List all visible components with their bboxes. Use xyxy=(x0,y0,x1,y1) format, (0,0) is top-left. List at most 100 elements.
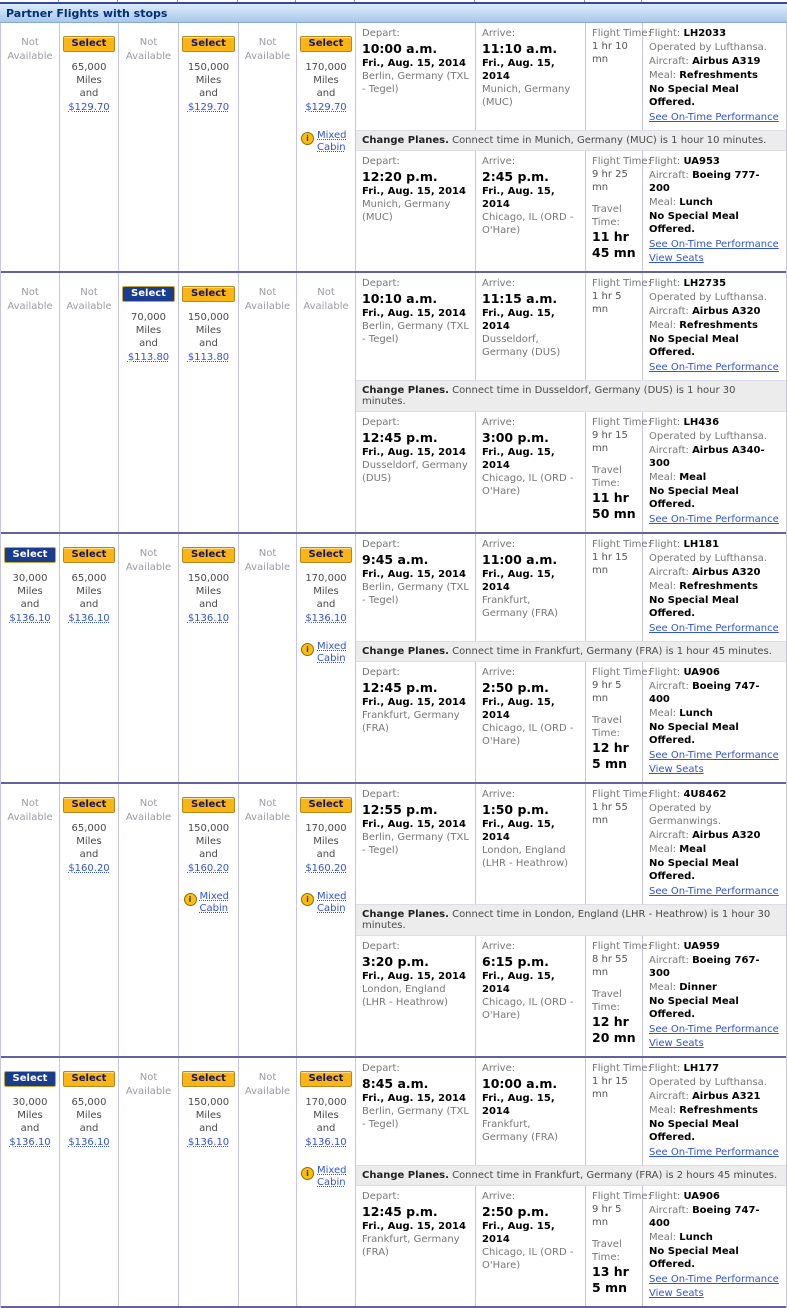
change-planes-bar: Change Planes. Connect time in London, E… xyxy=(356,904,786,936)
miles-amount: 170,000 Miles xyxy=(305,823,347,848)
arrive-time: 2:45 p.m. xyxy=(482,169,549,184)
travel-time-value: 11 hr 50 mn xyxy=(592,490,636,522)
award-option-cell: Not Available xyxy=(119,534,179,782)
info-icon: i xyxy=(301,131,314,145)
travel-time-label: Travel Time: xyxy=(592,989,622,1013)
arrive-city: Frankfurt, Germany (FRA) xyxy=(482,1119,559,1144)
miles-amount: 170,000 Miles xyxy=(305,1097,347,1122)
view-seats-link[interactable]: View Seats xyxy=(649,763,704,776)
itinerary-row: Not Available Select 65,000 Miles and $129.7… xyxy=(1,23,786,273)
depart-cell: Depart: 12:45 p.m. Fri., Aug. 15, 2014 Fran… xyxy=(356,1186,476,1306)
copay-price-link[interactable]: $136.10 xyxy=(305,1137,346,1148)
depart-cell: Depart: 12:20 p.m. Fri., Aug. 15, 2014 Muni… xyxy=(356,151,476,271)
copay-price-link[interactable]: $160.20 xyxy=(188,863,229,874)
mixed-cabin-link[interactable]: Mixed Cabin xyxy=(317,1165,351,1190)
miles-amount: 65,000 Miles xyxy=(71,62,107,87)
view-seats-link[interactable]: View Seats xyxy=(649,1037,704,1050)
view-seats-link[interactable]: View Seats xyxy=(649,1287,704,1300)
depart-city: Frankfurt, Germany (FRA) xyxy=(362,710,460,735)
travel-time-value: 11 hr 45 mn xyxy=(592,229,636,261)
operated-by: Operated by Lufthansa. xyxy=(649,431,767,442)
award-option-cell: Select 30,000 Miles and $136.10 xyxy=(1,534,60,782)
arrive-city: Chicago, IL (ORD - O'Hare) xyxy=(482,997,574,1022)
select-button[interactable]: Select xyxy=(182,1071,235,1087)
flight-time-label: Flight Time: xyxy=(592,156,651,167)
arrive-label: Arrive: xyxy=(482,28,516,39)
award-option-cell: Select 65,000 Miles and $136.10 xyxy=(60,1058,119,1306)
and-label: and xyxy=(139,338,158,350)
mixed-cabin-link[interactable]: Mixed Cabin xyxy=(317,130,351,155)
flight-details-cell: Flight: LH177 Operated by Lufthansa. Aircr… xyxy=(643,1058,786,1165)
on-time-performance-link[interactable]: See On-Time Performance xyxy=(649,1023,779,1036)
copay-price-link[interactable]: $160.20 xyxy=(68,863,109,874)
no-special-meal: No Special Meal Offered. xyxy=(649,1246,739,1270)
travel-time-label: Travel Time: xyxy=(592,715,622,739)
meal-line: Meal: Refreshments xyxy=(649,1105,758,1116)
copay-price-link[interactable]: $136.10 xyxy=(188,613,229,624)
depart-time: 12:20 p.m. xyxy=(362,169,438,184)
copay-price-link[interactable]: $136.10 xyxy=(68,613,109,624)
arrive-cell: Arrive: 11:10 a.m. Fri., Aug. 15, 2014 Muni… xyxy=(476,23,586,130)
select-button[interactable]: Select xyxy=(182,286,235,302)
select-button[interactable]: Select xyxy=(122,286,175,302)
copay-price-link[interactable]: $136.10 xyxy=(188,1137,229,1148)
on-time-performance-link[interactable]: See On-Time Performance xyxy=(649,238,779,251)
flight-number: LH177 xyxy=(683,1063,720,1074)
mixed-cabin-link[interactable]: Mixed Cabin xyxy=(317,891,351,916)
aircraft-type: Airbus A320 xyxy=(692,830,761,841)
award-option-cell: Not Available xyxy=(297,273,356,532)
miles-amount: 150,000 Miles xyxy=(187,312,230,337)
mixed-cabin-link[interactable]: Mixed Cabin xyxy=(317,641,351,666)
select-button[interactable]: Select xyxy=(299,547,353,563)
copay-price-link[interactable]: $113.80 xyxy=(188,352,229,363)
flight-time-cell: Flight Time: 9 hr 5 mn Travel Time: 12 hr 5… xyxy=(586,662,651,782)
on-time-performance-link[interactable]: See On-Time Performance xyxy=(649,1273,779,1286)
meal-type: Lunch xyxy=(679,708,713,719)
depart-date: Fri., Aug. 15, 2014 xyxy=(362,1093,466,1105)
on-time-performance-link[interactable]: See On-Time Performance xyxy=(649,749,779,762)
award-option-cell: Select 170,000 Miles and $160.20 i Mixed Cabi… xyxy=(297,784,356,1056)
select-button[interactable]: Select xyxy=(3,1071,57,1087)
mixed-cabin-link[interactable]: Mixed Cabin xyxy=(200,891,234,916)
copay-price-link[interactable]: $129.70 xyxy=(68,102,109,113)
select-button[interactable]: Select xyxy=(182,36,235,52)
on-time-performance-link[interactable]: See On-Time Performance xyxy=(649,513,779,526)
change-planes-bar: Change Planes. Connect time in Dusseldor… xyxy=(356,380,786,412)
select-button[interactable]: Select xyxy=(299,1071,353,1087)
on-time-performance-link[interactable]: See On-Time Performance xyxy=(649,111,779,124)
copay-price-link[interactable]: $136.10 xyxy=(9,613,50,624)
copay-price-link[interactable]: $136.10 xyxy=(68,1137,109,1148)
info-icon: i xyxy=(183,892,197,906)
select-button[interactable]: Select xyxy=(182,547,235,563)
select-button[interactable]: Select xyxy=(299,36,353,52)
award-option-cell: Not Available xyxy=(239,1058,297,1306)
select-button[interactable]: Select xyxy=(62,1071,116,1087)
view-seats-link[interactable]: View Seats xyxy=(649,252,704,265)
not-available-label: Not Available xyxy=(7,37,53,62)
on-time-performance-link[interactable]: See On-Time Performance xyxy=(649,1146,779,1159)
copay-price-link[interactable]: $160.20 xyxy=(305,863,346,874)
on-time-performance-link[interactable]: See On-Time Performance xyxy=(649,622,779,635)
copay-price-link[interactable]: $129.70 xyxy=(188,102,229,113)
copay-price-link[interactable]: $136.10 xyxy=(9,1137,50,1148)
travel-time-value: 12 hr 20 mn xyxy=(592,1014,636,1046)
on-time-performance-link[interactable]: See On-Time Performance xyxy=(649,885,779,898)
arrive-city: London, England (LHR - Heathrow) xyxy=(482,845,569,870)
aircraft-type: Airbus A319 xyxy=(692,56,761,67)
depart-city: Munich, Germany (MUC) xyxy=(362,199,451,224)
no-special-meal: No Special Meal Offered. xyxy=(649,996,739,1020)
miles-amount: 65,000 Miles xyxy=(71,1097,107,1122)
select-button[interactable]: Select xyxy=(62,36,116,52)
select-button[interactable]: Select xyxy=(62,547,116,563)
on-time-performance-link[interactable]: See On-Time Performance xyxy=(649,361,779,374)
depart-cell: Depart: 10:10 a.m. Fri., Aug. 15, 2014 Berl… xyxy=(356,273,476,380)
depart-city: Dusseldorf, Germany (DUS) xyxy=(362,460,468,485)
copay-price-link[interactable]: $113.80 xyxy=(128,352,169,363)
select-button[interactable]: Select xyxy=(3,547,57,563)
select-button[interactable]: Select xyxy=(182,797,235,813)
depart-cell: Depart: 9:45 a.m. Fri., Aug. 15, 2014 Berli… xyxy=(356,534,476,641)
select-button[interactable]: Select xyxy=(62,797,116,813)
copay-price-link[interactable]: $129.70 xyxy=(305,102,346,113)
select-button[interactable]: Select xyxy=(299,797,353,813)
copay-price-link[interactable]: $136.10 xyxy=(305,613,346,624)
